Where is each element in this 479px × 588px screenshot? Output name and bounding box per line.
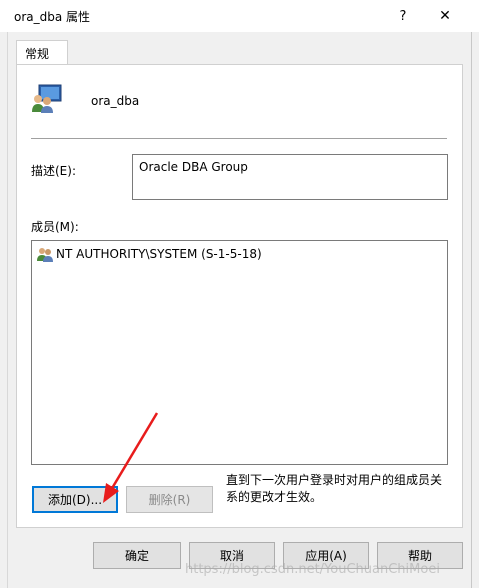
- remove-button[interactable]: 删除(R): [126, 486, 213, 513]
- list-item[interactable]: NT AUTHORITY\SYSTEM (S-1-5-18): [37, 246, 262, 262]
- right-edge: [471, 32, 479, 588]
- separator: [31, 138, 447, 139]
- left-edge: [0, 32, 8, 588]
- group-icon: [32, 84, 62, 113]
- tab-general[interactable]: 常规: [16, 40, 68, 65]
- members-label: 成员(M):: [31, 220, 79, 234]
- ok-button[interactable]: 确定: [93, 542, 181, 569]
- help-icon[interactable]: ?: [383, 0, 423, 32]
- description-field[interactable]: Oracle DBA Group: [132, 154, 448, 200]
- member-name: NT AUTHORITY\SYSTEM (S-1-5-18): [56, 247, 262, 261]
- description-label: 描述(E):: [31, 164, 76, 178]
- close-icon[interactable]: ✕: [425, 0, 465, 32]
- watermark: https://blog.csdn.net/YouChuanChiMoei: [185, 562, 440, 577]
- tab-general-label: 常规: [25, 47, 50, 61]
- user-group-icon: [37, 248, 53, 262]
- group-name: ora_dba: [91, 94, 140, 108]
- title-bar: ora_dba 属性 ? ✕: [0, 0, 479, 32]
- window-title: ora_dba 属性: [14, 10, 91, 24]
- membership-note: 直到下一次用户登录时对用户的组成员关系的更改才生效。: [226, 473, 443, 504]
- properties-dialog: ora_dba 属性 ? ✕ 常规 ora_dba 描述(E): Oracle …: [0, 0, 479, 588]
- members-list[interactable]: NT AUTHORITY\SYSTEM (S-1-5-18): [31, 240, 448, 465]
- add-button[interactable]: 添加(D)...: [32, 486, 118, 513]
